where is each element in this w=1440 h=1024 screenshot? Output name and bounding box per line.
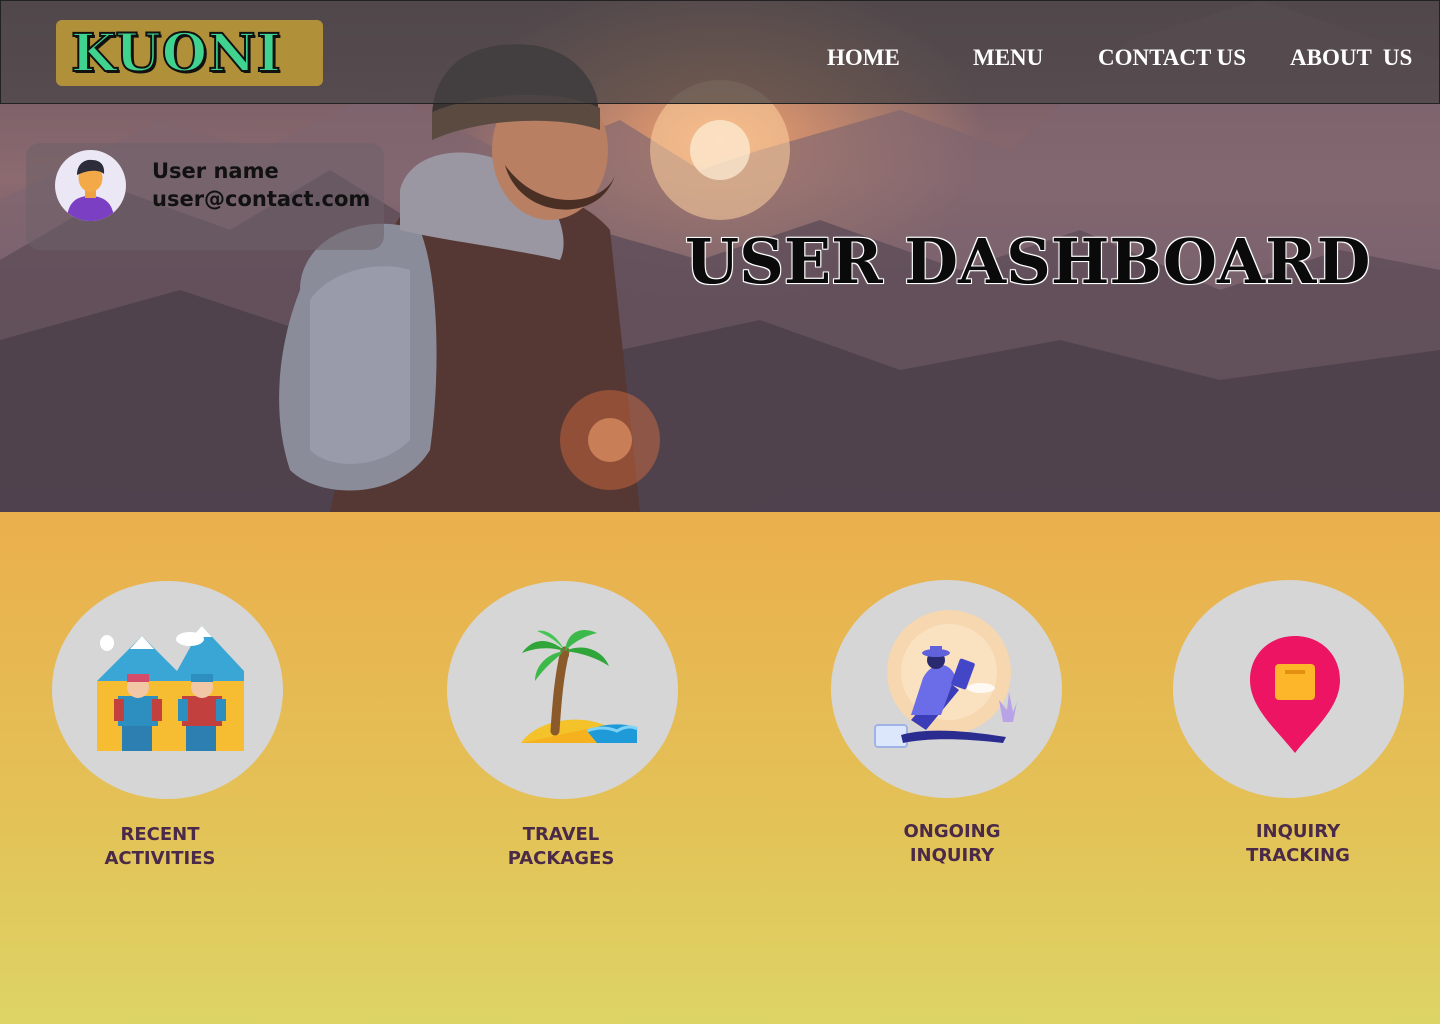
recent-activities-label-line1: RECENT [120,824,200,845]
ongoing-inquiry-label[interactable]: ONGOING INQUIRY [852,820,1052,868]
recent-activities-label-line2: ACTIVITIES [104,848,216,869]
user-profile-card[interactable]: User name user@contact.com [26,143,384,250]
location-pin-icon [1250,636,1340,753]
user-name-text: User name [152,159,279,183]
inquiry-tracking-label-line1: INQUIRY [1255,821,1341,842]
inquiry-tracking-label[interactable]: INQUIRY TRACKING [1198,820,1398,868]
page-title: USER DASHBOARD [685,225,1371,298]
ongoing-inquiry-label-line1: ONGOING [903,821,1001,842]
palm-beach-icon [521,630,638,743]
recent-activities-tile[interactable] [52,581,283,799]
nav-menu-link[interactable]: MENU [973,45,1043,71]
hikers-icon [97,626,244,751]
inquiry-tracking-tile[interactable] [1173,580,1404,798]
travel-packages-label-line1: TRAVEL [522,824,600,845]
recent-activities-label[interactable]: RECENT ACTIVITIES [60,823,260,871]
reading-traveler-icon [874,610,1017,748]
nav-home-link[interactable]: HOME [827,45,900,71]
user-email-text: user@contact.com [152,187,371,211]
brand-logo[interactable]: KUONI [56,20,323,86]
dashboard-page: KUONI HOME MENU CONTACT US ABOUT US User… [0,0,1440,1024]
nav-contact-link[interactable]: CONTACT US [1098,45,1246,71]
travel-packages-tile[interactable] [447,581,678,799]
travel-packages-label-line2: PACKAGES [507,848,615,869]
brand-logo-text: KUONI [70,23,282,85]
top-navbar: KUONI HOME MENU CONTACT US ABOUT US [0,0,1440,104]
ongoing-inquiry-tile[interactable] [831,580,1062,798]
inquiry-tracking-label-line2: TRACKING [1246,845,1350,866]
travel-packages-label[interactable]: TRAVEL PACKAGES [461,823,661,871]
ongoing-inquiry-label-line2: INQUIRY [909,845,995,866]
user-avatar-icon [55,150,126,221]
nav-about-link[interactable]: ABOUT US [1290,45,1412,71]
